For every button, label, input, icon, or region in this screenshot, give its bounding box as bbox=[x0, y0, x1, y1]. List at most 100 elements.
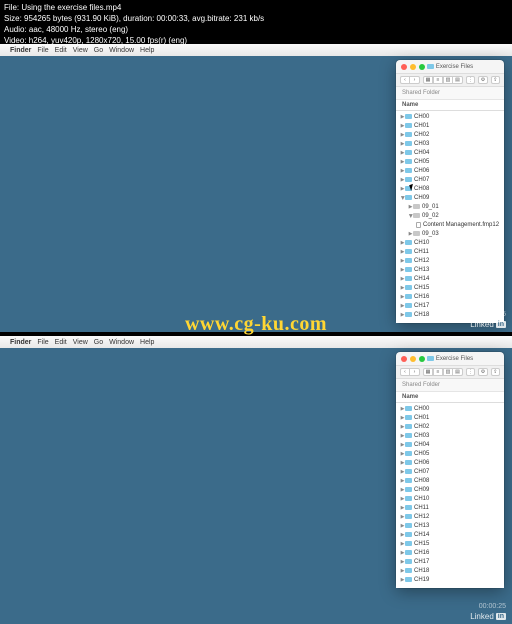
arrange-button[interactable]: ⋮ bbox=[466, 368, 475, 376]
menu-help[interactable]: Help bbox=[140, 47, 154, 54]
watermark-text: www.cg-ku.com bbox=[0, 313, 512, 336]
action-button[interactable]: ⚙ bbox=[478, 368, 487, 376]
subfolder-row[interactable]: ▶09_03 bbox=[396, 229, 504, 238]
menu-file[interactable]: File bbox=[37, 47, 48, 54]
menu-go[interactable]: Go bbox=[94, 339, 103, 346]
timestamp: 00:00:25 bbox=[479, 603, 506, 610]
titlebar[interactable]: Exercise Files bbox=[396, 352, 504, 366]
back-button[interactable]: ‹ bbox=[400, 368, 410, 376]
window-title: Exercise Files bbox=[396, 64, 504, 70]
folder-row[interactable]: ▶CH00 bbox=[396, 404, 504, 413]
folder-row[interactable]: ▶CH01 bbox=[396, 413, 504, 422]
linkedin-logo: Linkedin bbox=[470, 612, 506, 621]
macos-menubar: Finder File Edit View Go Window Help bbox=[0, 336, 512, 348]
folder-row[interactable]: ▶CH04 bbox=[396, 440, 504, 449]
folder-row[interactable]: ▶CH17 bbox=[396, 301, 504, 310]
menu-view[interactable]: View bbox=[73, 47, 88, 54]
folder-row-expanded[interactable]: ▶CH09 bbox=[396, 193, 504, 202]
folder-row[interactable]: ▶CH08 bbox=[396, 476, 504, 485]
folder-icon bbox=[427, 356, 434, 361]
menu-go[interactable]: Go bbox=[94, 47, 103, 54]
thumbnail-frame-2: Finder File Edit View Go Window Help Exe… bbox=[0, 336, 512, 624]
nav-buttons: ‹ › bbox=[400, 76, 420, 84]
column-header[interactable]: Name bbox=[396, 392, 504, 403]
list-view-button[interactable]: ≡ bbox=[433, 368, 443, 376]
folder-row[interactable]: ▶CH03 bbox=[396, 139, 504, 148]
subfolder-row[interactable]: ▶09_01 bbox=[396, 202, 504, 211]
menu-help[interactable]: Help bbox=[140, 339, 154, 346]
meta-line: File: Using the exercise files.mp4 bbox=[4, 2, 508, 13]
titlebar[interactable]: Exercise Files bbox=[396, 60, 504, 74]
folder-row[interactable]: ▶CH10 bbox=[396, 238, 504, 247]
view-buttons: ▦ ≡ ▥ ▤ bbox=[423, 76, 463, 84]
meta-line: Audio: aac, 48000 Hz, stereo (eng) bbox=[4, 24, 508, 35]
icon-view-button[interactable]: ▦ bbox=[423, 76, 433, 84]
folder-row[interactable]: ▶CH05 bbox=[396, 157, 504, 166]
folder-row[interactable]: ▶CH13 bbox=[396, 265, 504, 274]
menu-window[interactable]: Window bbox=[109, 47, 134, 54]
forward-button[interactable]: › bbox=[410, 76, 420, 84]
menu-edit[interactable]: Edit bbox=[55, 339, 67, 346]
folder-row[interactable]: ▶CH12 bbox=[396, 256, 504, 265]
window-title: Exercise Files bbox=[396, 356, 504, 362]
section-label: Shared Folder bbox=[396, 379, 504, 392]
menu-file[interactable]: File bbox=[37, 339, 48, 346]
gallery-view-button[interactable]: ▤ bbox=[453, 368, 463, 376]
subfolder-row-expanded[interactable]: ▶09_02 bbox=[396, 211, 504, 220]
menubar-app[interactable]: Finder bbox=[10, 47, 31, 54]
forward-button[interactable]: › bbox=[410, 368, 420, 376]
folder-row[interactable]: ▶CH14 bbox=[396, 274, 504, 283]
folder-row[interactable]: ▶CH05 bbox=[396, 449, 504, 458]
menu-window[interactable]: Window bbox=[109, 339, 134, 346]
folder-row[interactable]: ▶CH14 bbox=[396, 530, 504, 539]
folder-row[interactable]: ▶CH00 bbox=[396, 112, 504, 121]
folder-row[interactable]: ▶CH16 bbox=[396, 548, 504, 557]
gallery-view-button[interactable]: ▤ bbox=[453, 76, 463, 84]
folder-row[interactable]: ▶CH11 bbox=[396, 503, 504, 512]
folder-row[interactable]: ▶CH18 bbox=[396, 566, 504, 575]
list-view-button[interactable]: ≡ bbox=[433, 76, 443, 84]
section-label: Shared Folder bbox=[396, 87, 504, 100]
folder-row[interactable]: ▶CH02 bbox=[396, 130, 504, 139]
folder-row[interactable]: ▶CH04 bbox=[396, 148, 504, 157]
thumbnail-frame-1: Finder File Edit View Go Window Help Exe… bbox=[0, 44, 512, 332]
file-list: ▶CH00 ▶CH01 ▶CH02 ▶CH03 ▶CH04 ▶CH05 ▶CH0… bbox=[396, 111, 504, 323]
finder-window: Exercise Files ‹› ▦≡▥▤ ⋮ ⚙ ⇪ Shared Fold… bbox=[396, 352, 504, 588]
meta-line: Size: 954265 bytes (931.90 KiB), duratio… bbox=[4, 13, 508, 24]
menu-view[interactable]: View bbox=[73, 339, 88, 346]
icon-view-button[interactable]: ▦ bbox=[423, 368, 433, 376]
folder-row[interactable]: ▶CH09 bbox=[396, 485, 504, 494]
column-view-button[interactable]: ▥ bbox=[443, 368, 453, 376]
column-view-button[interactable]: ▥ bbox=[443, 76, 453, 84]
menubar-app[interactable]: Finder bbox=[10, 339, 31, 346]
share-button[interactable]: ⇪ bbox=[491, 368, 500, 376]
folder-row[interactable]: ▶CH12 bbox=[396, 512, 504, 521]
toolbar: ‹ › ▦ ≡ ▥ ▤ ⋮ ⚙ ⇪ bbox=[396, 74, 504, 87]
action-button[interactable]: ⚙ bbox=[478, 76, 487, 84]
folder-row[interactable]: ▶CH15 bbox=[396, 283, 504, 292]
menu-edit[interactable]: Edit bbox=[55, 47, 67, 54]
folder-row[interactable]: ▶CH03 bbox=[396, 431, 504, 440]
folder-row[interactable]: ▶CH16 bbox=[396, 292, 504, 301]
file-list: ▶CH00 ▶CH01 ▶CH02 ▶CH03 ▶CH04 ▶CH05 ▶CH0… bbox=[396, 403, 504, 588]
folder-row[interactable]: ▶CH06 bbox=[396, 458, 504, 467]
file-row[interactable]: Content Management.fmp12 bbox=[396, 220, 504, 229]
folder-row[interactable]: ▶CH17 bbox=[396, 557, 504, 566]
folder-row[interactable]: ▶CH13 bbox=[396, 521, 504, 530]
folder-row[interactable]: ▶CH02 bbox=[396, 422, 504, 431]
folder-row[interactable]: ▶CH07 bbox=[396, 175, 504, 184]
folder-row[interactable]: ▶CH10 bbox=[396, 494, 504, 503]
finder-window: Exercise Files ‹ › ▦ ≡ ▥ ▤ ⋮ ⚙ ⇪ Shared … bbox=[396, 60, 504, 323]
toolbar: ‹› ▦≡▥▤ ⋮ ⚙ ⇪ bbox=[396, 366, 504, 379]
macos-menubar: Finder File Edit View Go Window Help bbox=[0, 44, 512, 56]
folder-row[interactable]: ▶CH11 bbox=[396, 247, 504, 256]
folder-row[interactable]: ▶CH19 bbox=[396, 575, 504, 584]
folder-row[interactable]: ▶CH07 bbox=[396, 467, 504, 476]
folder-row[interactable]: ▶CH06 bbox=[396, 166, 504, 175]
folder-row[interactable]: ▶CH15 bbox=[396, 539, 504, 548]
share-button[interactable]: ⇪ bbox=[491, 76, 500, 84]
arrange-button[interactable]: ⋮ bbox=[466, 76, 475, 84]
folder-row[interactable]: ▶CH01 bbox=[396, 121, 504, 130]
back-button[interactable]: ‹ bbox=[400, 76, 410, 84]
column-header[interactable]: Name bbox=[396, 100, 504, 111]
